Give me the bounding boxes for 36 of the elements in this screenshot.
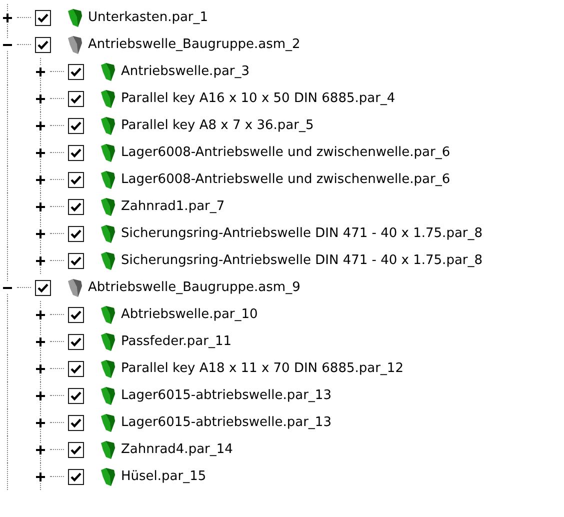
checkbox[interactable] [68,64,84,80]
checkbox[interactable] [68,414,84,430]
tree-item-label[interactable]: Sicherungsring-Antriebswelle DIN 471 - 40 x 1.75.par_8 [121,253,483,268]
tree-item-label[interactable]: Parallel key A18 x 11 x 70 DIN 6885.par_12 [121,361,404,376]
tree-item-label[interactable]: Abtriebswelle.par_10 [121,307,258,322]
checkbox[interactable] [68,468,84,484]
tree-item-label[interactable]: Zahnrad4.par_14 [121,442,233,457]
tree-item-label[interactable]: Abtriebswelle_Baugruppe.asm_9 [88,280,300,295]
tree-item-label[interactable]: Parallel key A16 x 10 x 50 DIN 6885.par_4 [121,91,396,106]
tree-item-label[interactable]: Antriebswelle_Baugruppe.asm_2 [88,37,300,52]
tree-item-label[interactable]: Unterkasten.par_1 [88,10,208,25]
checkbox[interactable] [68,90,84,106]
tree-item-label[interactable]: Passfeder.par_11 [121,334,232,349]
checkbox[interactable] [35,10,51,26]
checkbox[interactable] [68,198,84,214]
checkbox[interactable] [68,306,84,322]
tree-item-label[interactable]: Hüsel.par_15 [121,469,206,484]
checkbox[interactable] [68,360,84,376]
tree-item-label[interactable]: Lager6008-Antriebswelle und zwischenwelle.par_6 [121,145,450,160]
checkbox[interactable] [68,442,84,458]
checkbox[interactable] [68,144,84,160]
checkbox[interactable] [35,36,51,52]
tree-item-label[interactable]: Lager6015-abtriebswelle.par_13 [121,415,332,430]
tree-item-label[interactable]: Lager6015-abtriebswelle.par_13 [121,388,332,403]
tree-item-label[interactable]: Sicherungsring-Antriebswelle DIN 471 - 40 x 1.75.par_8 [121,226,483,241]
checkbox[interactable] [35,280,51,296]
checkbox[interactable] [68,172,84,188]
tree-item-label[interactable]: Zahnrad1.par_7 [121,199,225,214]
checkbox[interactable] [68,226,84,242]
checkbox[interactable] [68,118,84,134]
tree-item-label[interactable]: Antriebswelle.par_3 [121,64,250,79]
checkbox[interactable] [68,334,84,350]
checkbox[interactable] [68,252,84,268]
tree-item-label[interactable]: Parallel key A8 x 7 x 36.par_5 [121,118,314,133]
checkbox[interactable] [68,388,84,404]
tree-item-label[interactable]: Lager6008-Antriebswelle und zwischenwelle.par_6 [121,172,450,187]
